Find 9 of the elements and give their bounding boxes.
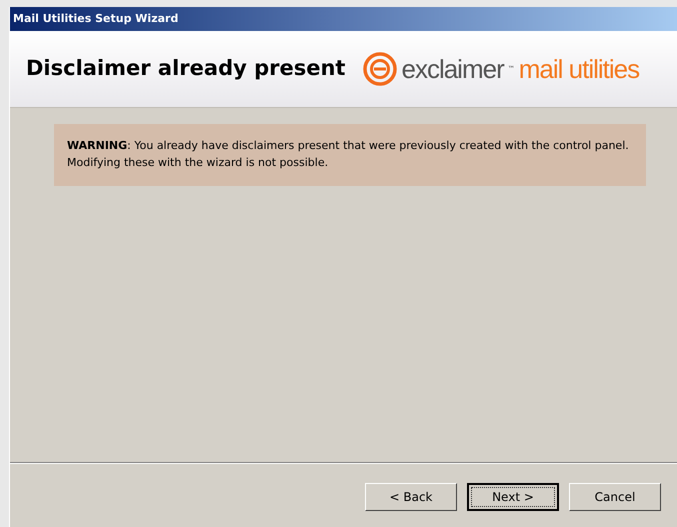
page-title: Disclaimer already present — [26, 55, 346, 82]
window-title: Mail Utilities Setup Wizard — [13, 10, 178, 27]
dialog-button[interactable]: Cancel — [569, 483, 661, 511]
dialog-button[interactable]: Next > — [467, 483, 559, 511]
logo-icon — [363, 52, 398, 86]
dialog-button[interactable]: < Back — [365, 483, 457, 511]
warning-text: WARNING: You already have disclaimers present that were previously created with the control panel. Modifying these with the wizard is not possible. — [67, 138, 630, 171]
logo-brand: exclaimer — [401, 52, 504, 86]
logo-product: mail utilities — [518, 52, 640, 86]
